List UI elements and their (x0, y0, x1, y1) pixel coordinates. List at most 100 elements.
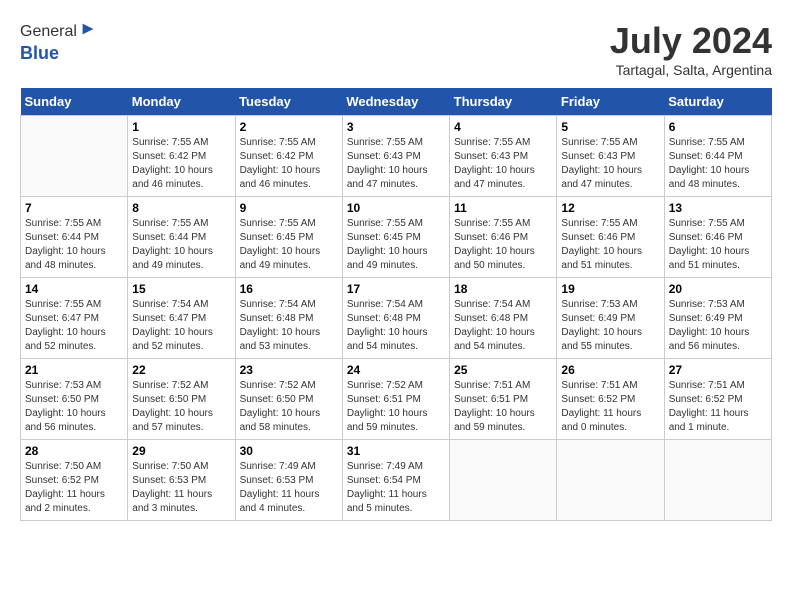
page-header: General Blue July 2024 Tartagal, Salta, … (20, 20, 772, 78)
day-number: 23 (240, 363, 338, 377)
day-number: 19 (561, 282, 659, 296)
day-info: Sunrise: 7:53 AM Sunset: 6:49 PM Dayligh… (561, 298, 659, 354)
calendar-cell (557, 440, 664, 521)
calendar-cell: 22Sunrise: 7:52 AM Sunset: 6:50 PM Dayli… (128, 359, 235, 440)
day-number: 21 (25, 363, 123, 377)
day-number: 7 (25, 201, 123, 215)
header-friday: Friday (557, 88, 664, 116)
day-number: 2 (240, 120, 338, 134)
calendar-cell: 7 Sunrise: 7:55 AM Sunset: 6:44 PM Daylig… (21, 197, 128, 278)
day-info: Sunrise: 7:52 AM Sunset: 6:51 PM Dayligh… (347, 379, 445, 435)
day-info: Sunrise: 7:50 AM Sunset: 6:53 PM Dayligh… (132, 460, 230, 516)
day-info: Sunrise: 7:55 AM Sunset: 6:44 PM Dayligh… (669, 136, 767, 192)
day-info: Sunrise: 7:55 AM Sunset: 6:46 PM Dayligh… (561, 217, 659, 273)
calendar-cell (21, 116, 128, 197)
day-number: 17 (347, 282, 445, 296)
day-number: 8 (132, 201, 230, 215)
calendar-week-row: 14 Sunrise: 7:55 AM Sunset: 6:47 PM Dayli… (21, 278, 772, 359)
day-number: 18 (454, 282, 552, 296)
calendar-cell: 24Sunrise: 7:52 AM Sunset: 6:51 PM Dayli… (342, 359, 449, 440)
calendar-cell: 3Sunrise: 7:55 AM Sunset: 6:43 PM Daylig… (342, 116, 449, 197)
header-saturday: Saturday (664, 88, 771, 116)
day-info: Sunrise: 7:54 AM Sunset: 6:47 PM Dayligh… (132, 298, 230, 354)
day-number: 15 (132, 282, 230, 296)
day-number: 30 (240, 444, 338, 458)
day-info: Sunrise: 7:51 AM Sunset: 6:52 PM Dayligh… (669, 379, 767, 435)
day-info: Sunrise: 7:55 AM Sunset: 6:44 PM Dayligh… (25, 217, 123, 273)
day-number: 12 (561, 201, 659, 215)
calendar-cell: 2 Sunrise: 7:55 AM Sunset: 6:42 PM Daylig… (235, 116, 342, 197)
calendar-cell: 18 Sunrise: 7:54 AM Sunset: 6:48 PM Dayli… (450, 278, 557, 359)
calendar-week-row: 7 Sunrise: 7:55 AM Sunset: 6:44 PM Daylig… (21, 197, 772, 278)
day-info: Sunrise: 7:55 AM Sunset: 6:42 PM Dayligh… (132, 136, 230, 192)
calendar-cell: 13 Sunrise: 7:55 AM Sunset: 6:46 PM Dayli… (664, 197, 771, 278)
calendar-cell: 19 Sunrise: 7:53 AM Sunset: 6:49 PM Dayli… (557, 278, 664, 359)
calendar-cell (664, 440, 771, 521)
day-number: 9 (240, 201, 338, 215)
day-number: 25 (454, 363, 552, 377)
calendar-cell: 11 Sunrise: 7:55 AM Sunset: 6:46 PM Dayli… (450, 197, 557, 278)
calendar-cell: 29 Sunrise: 7:50 AM Sunset: 6:53 PM Dayli… (128, 440, 235, 521)
day-info: Sunrise: 7:51 AM Sunset: 6:52 PM Dayligh… (561, 379, 659, 435)
logo-arrow-icon (79, 20, 97, 38)
month-year-title: July 2024 (610, 20, 772, 62)
calendar-week-row: 1 Sunrise: 7:55 AM Sunset: 6:42 PM Daylig… (21, 116, 772, 197)
day-number: 5 (561, 120, 659, 134)
day-info: Sunrise: 7:55 AM Sunset: 6:46 PM Dayligh… (454, 217, 552, 273)
day-number: 20 (669, 282, 767, 296)
calendar-cell: 31 Sunrise: 7:49 AM Sunset: 6:54 PM Dayli… (342, 440, 449, 521)
title-area: July 2024 Tartagal, Salta, Argentina (610, 20, 772, 78)
day-info: Sunrise: 7:49 AM Sunset: 6:54 PM Dayligh… (347, 460, 445, 516)
header-thursday: Thursday (450, 88, 557, 116)
day-info: Sunrise: 7:55 AM Sunset: 6:45 PM Dayligh… (240, 217, 338, 273)
day-info: Sunrise: 7:53 AM Sunset: 6:50 PM Dayligh… (25, 379, 123, 435)
day-number: 28 (25, 444, 123, 458)
day-info: Sunrise: 7:55 AM Sunset: 6:43 PM Dayligh… (454, 136, 552, 192)
calendar-cell: 8Sunrise: 7:55 AM Sunset: 6:44 PM Daylig… (128, 197, 235, 278)
day-info: Sunrise: 7:54 AM Sunset: 6:48 PM Dayligh… (240, 298, 338, 354)
day-number: 4 (454, 120, 552, 134)
calendar-cell: 25 Sunrise: 7:51 AM Sunset: 6:51 PM Dayli… (450, 359, 557, 440)
calendar-cell: 28 Sunrise: 7:50 AM Sunset: 6:52 PM Dayli… (21, 440, 128, 521)
day-info: Sunrise: 7:51 AM Sunset: 6:51 PM Dayligh… (454, 379, 552, 435)
calendar-cell: 1 Sunrise: 7:55 AM Sunset: 6:42 PM Daylig… (128, 116, 235, 197)
location-subtitle: Tartagal, Salta, Argentina (610, 62, 772, 78)
day-info: Sunrise: 7:55 AM Sunset: 6:46 PM Dayligh… (669, 217, 767, 273)
day-number: 16 (240, 282, 338, 296)
day-info: Sunrise: 7:52 AM Sunset: 6:50 PM Dayligh… (132, 379, 230, 435)
day-info: Sunrise: 7:55 AM Sunset: 6:47 PM Dayligh… (25, 298, 123, 354)
day-info: Sunrise: 7:50 AM Sunset: 6:52 PM Dayligh… (25, 460, 123, 516)
day-number: 26 (561, 363, 659, 377)
calendar-cell: 20 Sunrise: 7:53 AM Sunset: 6:49 PM Dayli… (664, 278, 771, 359)
calendar-cell: 30 Sunrise: 7:49 AM Sunset: 6:53 PM Dayli… (235, 440, 342, 521)
day-number: 27 (669, 363, 767, 377)
calendar-cell: 27 Sunrise: 7:51 AM Sunset: 6:52 PM Dayli… (664, 359, 771, 440)
logo-general-text: General (20, 23, 77, 41)
calendar-header-row: SundayMondayTuesdayWednesdayThursdayFrid… (21, 88, 772, 116)
calendar-cell: 9 Sunrise: 7:55 AM Sunset: 6:45 PM Daylig… (235, 197, 342, 278)
day-info: Sunrise: 7:55 AM Sunset: 6:45 PM Dayligh… (347, 217, 445, 273)
calendar-week-row: 21 Sunrise: 7:53 AM Sunset: 6:50 PM Dayli… (21, 359, 772, 440)
day-number: 11 (454, 201, 552, 215)
day-number: 29 (132, 444, 230, 458)
header-wednesday: Wednesday (342, 88, 449, 116)
calendar-cell: 16 Sunrise: 7:54 AM Sunset: 6:48 PM Dayli… (235, 278, 342, 359)
day-info: Sunrise: 7:55 AM Sunset: 6:43 PM Dayligh… (561, 136, 659, 192)
calendar-cell: 5 Sunrise: 7:55 AM Sunset: 6:43 PM Daylig… (557, 116, 664, 197)
day-number: 1 (132, 120, 230, 134)
day-number: 14 (25, 282, 123, 296)
calendar-cell: 6Sunrise: 7:55 AM Sunset: 6:44 PM Daylig… (664, 116, 771, 197)
header-sunday: Sunday (21, 88, 128, 116)
logo-blue-text: Blue (20, 43, 59, 63)
day-info: Sunrise: 7:55 AM Sunset: 6:43 PM Dayligh… (347, 136, 445, 192)
header-monday: Monday (128, 88, 235, 116)
day-info: Sunrise: 7:54 AM Sunset: 6:48 PM Dayligh… (454, 298, 552, 354)
day-number: 31 (347, 444, 445, 458)
day-info: Sunrise: 7:49 AM Sunset: 6:53 PM Dayligh… (240, 460, 338, 516)
day-number: 13 (669, 201, 767, 215)
calendar-cell: 12 Sunrise: 7:55 AM Sunset: 6:46 PM Dayli… (557, 197, 664, 278)
day-info: Sunrise: 7:55 AM Sunset: 6:42 PM Dayligh… (240, 136, 338, 192)
day-info: Sunrise: 7:53 AM Sunset: 6:49 PM Dayligh… (669, 298, 767, 354)
day-number: 10 (347, 201, 445, 215)
day-info: Sunrise: 7:54 AM Sunset: 6:48 PM Dayligh… (347, 298, 445, 354)
